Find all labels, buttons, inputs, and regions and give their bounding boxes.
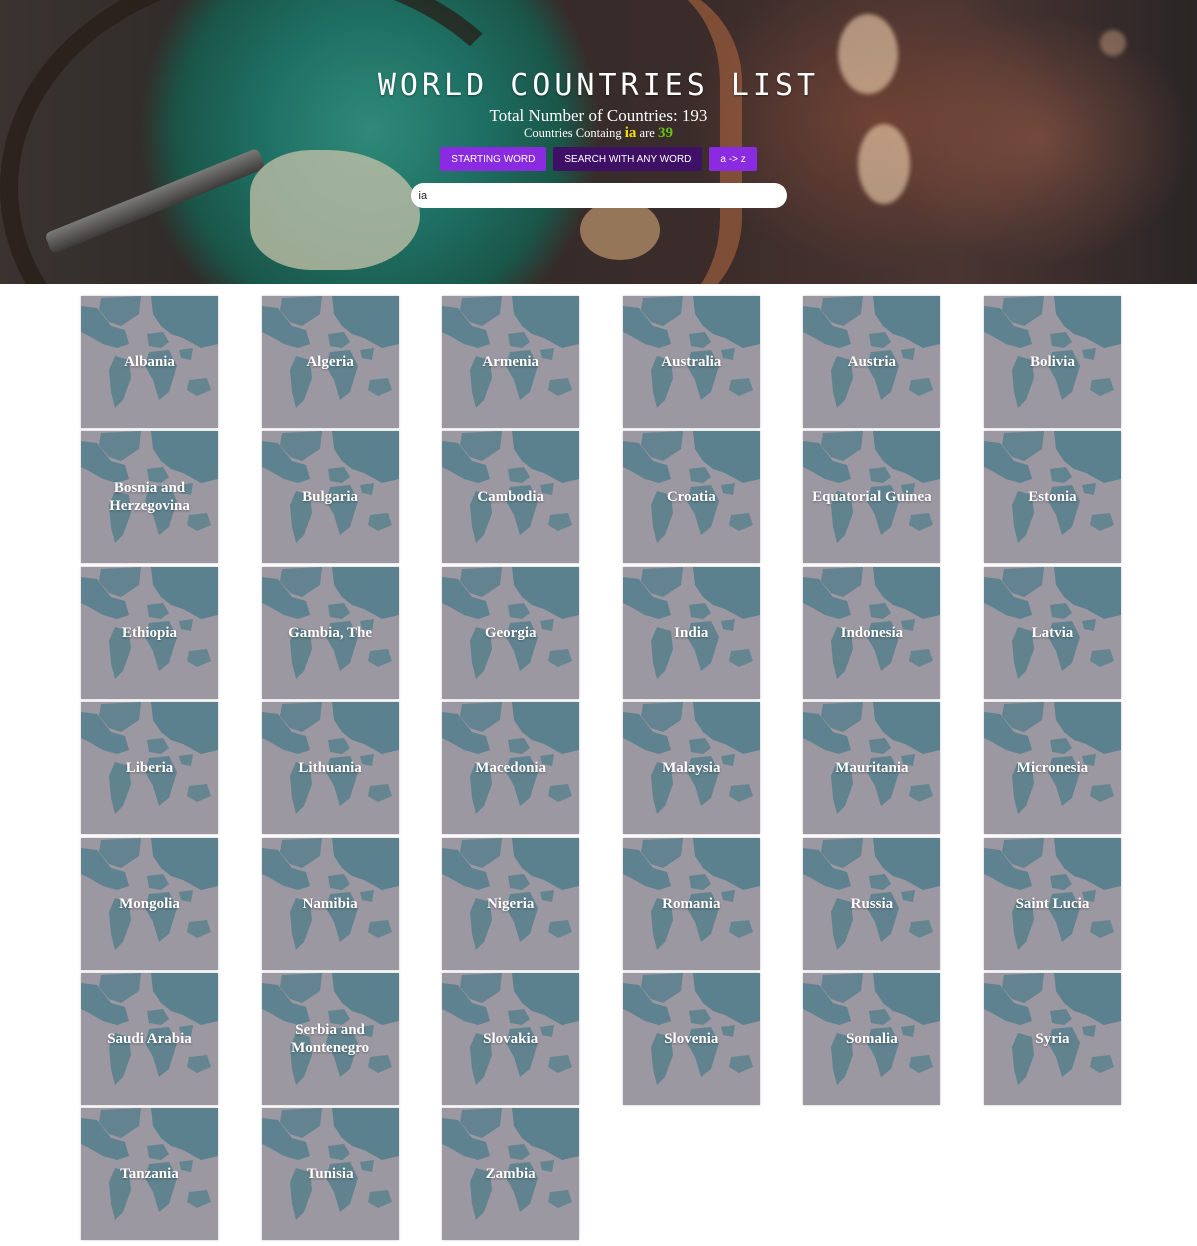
country-name: Latvia — [1031, 624, 1074, 641]
country-name: Mauritania — [835, 760, 909, 777]
country-name: Zambia — [485, 1166, 536, 1183]
contain-summary: Countries Containg ia are 39 — [0, 125, 1197, 141]
country-card[interactable]: Serbia and Montenegro — [261, 972, 399, 1105]
country-card[interactable]: Lithuania — [261, 702, 399, 835]
country-card[interactable]: Tanzania — [81, 1108, 218, 1241]
country-name: Macedonia — [475, 760, 547, 777]
country-card[interactable]: Namibia — [261, 837, 399, 970]
country-card[interactable]: Armenia — [442, 296, 580, 428]
country-name: Georgia — [484, 624, 537, 641]
country-card[interactable]: Slovenia — [622, 972, 760, 1105]
search-input[interactable] — [410, 183, 787, 208]
country-card[interactable]: Zambia — [442, 1108, 580, 1241]
country-name: Bulgaria — [302, 489, 359, 506]
country-name: Albania — [124, 354, 175, 370]
country-name: India — [674, 624, 709, 641]
country-card[interactable]: Syria — [983, 972, 1121, 1105]
country-name: Cambodia — [477, 489, 545, 506]
country-card[interactable]: Albania — [81, 296, 218, 428]
country-card[interactable]: Estonia — [983, 431, 1121, 564]
country-card[interactable]: Georgia — [442, 566, 580, 699]
country-card[interactable]: Ethiopia — [81, 566, 218, 699]
country-card[interactable]: Indonesia — [803, 566, 941, 699]
country-card[interactable]: Gambia, The — [261, 566, 399, 699]
country-name: Micronesia — [1016, 760, 1089, 777]
country-name: Lithuania — [298, 760, 362, 777]
country-name: Somalia — [846, 1030, 898, 1047]
country-card[interactable]: Austria — [803, 296, 941, 428]
search-term-highlight: ia — [624, 125, 637, 141]
globe-landmass — [580, 200, 660, 260]
country-name: Slovakia — [483, 1030, 539, 1047]
country-name: Algeria — [306, 354, 354, 370]
country-name: Slovenia — [664, 1030, 719, 1047]
country-card[interactable]: Bulgaria — [261, 431, 399, 564]
country-card[interactable]: Russia — [803, 837, 941, 970]
country-name: Romania — [662, 895, 721, 912]
country-card[interactable]: Nigeria — [442, 837, 580, 970]
country-name: Saint Lucia — [1015, 895, 1090, 912]
total-count-label: Total Number of Countries: 193 — [489, 106, 708, 125]
country-name: Armenia — [482, 354, 540, 370]
country-card[interactable]: Slovakia — [442, 972, 580, 1105]
starting-word-button[interactable]: STARTING WORD — [440, 147, 547, 171]
sort-az-button[interactable]: a -> z — [709, 147, 757, 171]
country-card[interactable]: Malaysia — [622, 702, 760, 835]
country-name: Gambia, The — [288, 624, 373, 641]
country-name: Mongolia — [119, 895, 180, 912]
any-word-button[interactable]: SEARCH WITH ANY WORD — [553, 147, 703, 171]
country-card[interactable]: Micronesia — [983, 702, 1121, 835]
country-card[interactable]: Bolivia — [983, 296, 1121, 428]
country-name: Tunisia — [306, 1166, 354, 1183]
country-name: Croatia — [666, 489, 716, 506]
country-name: Russia — [850, 895, 894, 912]
country-card[interactable]: Latvia — [983, 566, 1121, 699]
country-name: Syria — [1035, 1030, 1070, 1047]
country-card[interactable]: Mongolia — [81, 837, 218, 970]
country-name: Saudi Arabia — [107, 1030, 192, 1047]
country-card[interactable]: Macedonia — [442, 702, 580, 835]
country-name: Austria — [847, 354, 897, 370]
country-name: Bolivia — [1029, 354, 1075, 370]
search-mode-buttons: STARTING WORD SEARCH WITH ANY WORD a -> … — [0, 147, 1197, 171]
country-card[interactable]: Bosnia and Herzegovina — [81, 431, 218, 564]
page-title: WORLD COUNTRIES LIST — [377, 68, 820, 103]
country-card[interactable]: Croatia — [622, 431, 760, 564]
country-name: Bosnia and Herzegovina — [109, 480, 190, 515]
country-name: Australia — [661, 354, 722, 370]
country-name: Estonia — [1028, 489, 1077, 506]
country-card[interactable]: Saint Lucia — [983, 837, 1121, 970]
country-grid: Albania Algeria Armenia Australia Austri… — [81, 296, 1121, 1241]
country-card[interactable]: Liberia — [81, 702, 218, 835]
country-name: Indonesia — [840, 624, 904, 641]
hero-banner: WORLD COUNTRIES LIST Total Number of Cou… — [0, 0, 1197, 284]
country-card[interactable]: Australia — [622, 296, 760, 428]
country-card[interactable]: Mauritania — [803, 702, 941, 835]
country-card[interactable]: Tunisia — [261, 1108, 399, 1241]
country-name: Equatorial Guinea — [812, 489, 932, 506]
hero-content: WORLD COUNTRIES LIST Total Number of Cou… — [0, 0, 1197, 208]
country-name: Tanzania — [120, 1166, 179, 1183]
country-card[interactable]: Algeria — [261, 296, 399, 428]
country-name: Nigeria — [486, 895, 535, 912]
country-card[interactable]: Cambodia — [442, 431, 580, 564]
country-card[interactable]: Saudi Arabia — [81, 972, 218, 1105]
contain-prefix: Countries Containg — [524, 126, 622, 140]
country-name: Liberia — [125, 760, 174, 777]
country-card[interactable]: India — [622, 566, 760, 699]
country-name: Ethiopia — [121, 624, 178, 641]
contain-mid: are — [639, 126, 655, 140]
country-name: Malaysia — [662, 760, 721, 777]
country-name: Serbia and Montenegro — [291, 1021, 370, 1056]
country-card[interactable]: Romania — [622, 837, 760, 970]
country-card[interactable]: Somalia — [803, 972, 941, 1105]
country-card[interactable]: Equatorial Guinea — [803, 431, 941, 564]
country-name: Namibia — [302, 895, 358, 912]
match-count: 39 — [657, 125, 673, 141]
